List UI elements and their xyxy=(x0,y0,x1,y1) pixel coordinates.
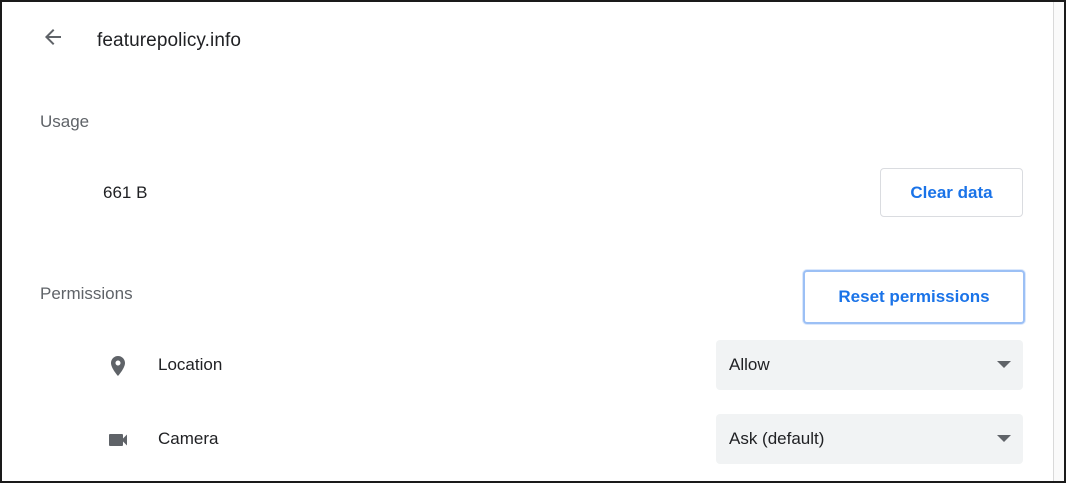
dropdown-arrow-icon xyxy=(997,361,1011,368)
camera-permission-value: Ask (default) xyxy=(729,429,825,448)
permission-row-location: Location Allow xyxy=(2,340,1052,390)
location-permission-value: Allow xyxy=(729,355,770,374)
usage-heading: Usage xyxy=(40,112,90,131)
dropdown-arrow-icon xyxy=(997,435,1011,442)
back-button[interactable] xyxy=(34,20,72,58)
reset-permissions-button[interactable]: Reset permissions xyxy=(803,270,1025,324)
page-title: featurepolicy.info xyxy=(97,30,242,51)
clear-data-button[interactable]: Clear data xyxy=(880,168,1023,217)
permission-row-camera: Camera Ask (default) xyxy=(2,414,1052,464)
arrow-left-icon xyxy=(41,25,65,54)
permission-label-location: Location xyxy=(158,355,223,374)
camera-icon xyxy=(104,426,132,454)
permissions-heading: Permissions xyxy=(40,284,133,303)
page-header: featurepolicy.info xyxy=(2,2,1052,80)
site-settings-page: featurepolicy.info Usage 661 B Clear dat… xyxy=(0,0,1066,483)
scrollbar-track[interactable] xyxy=(1053,2,1064,481)
camera-permission-select[interactable]: Ask (default) xyxy=(716,414,1023,464)
location-permission-select[interactable]: Allow xyxy=(716,340,1023,390)
usage-amount: 661 B xyxy=(103,183,148,202)
location-pin-icon xyxy=(104,352,132,380)
permission-label-camera: Camera xyxy=(158,429,219,448)
